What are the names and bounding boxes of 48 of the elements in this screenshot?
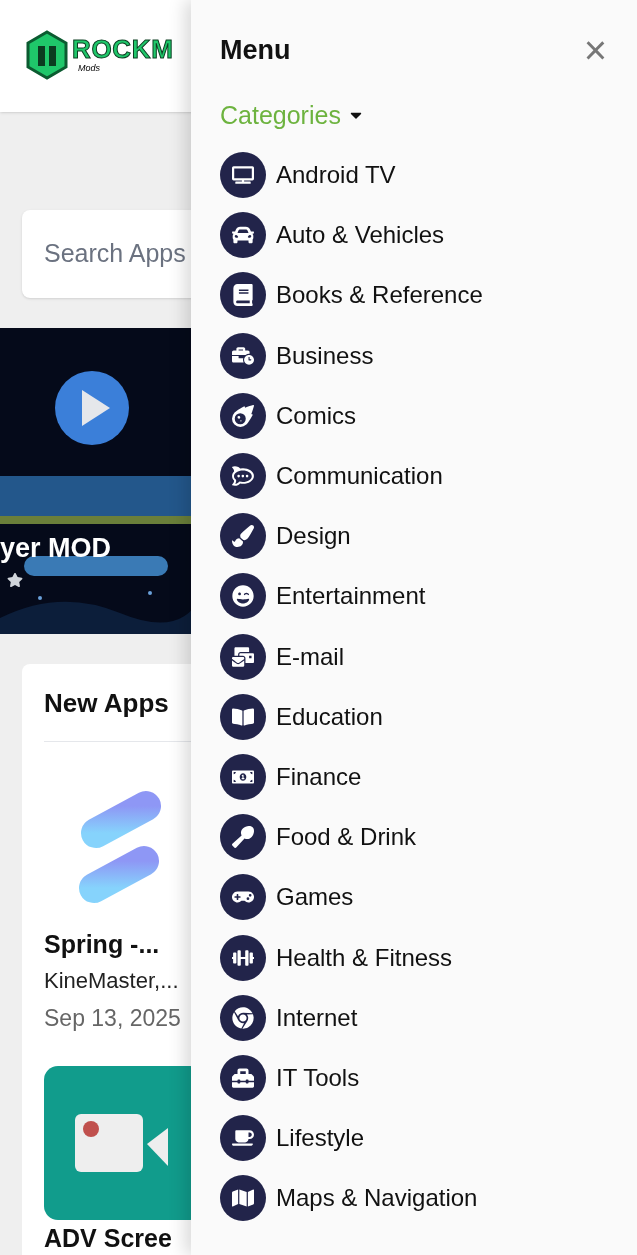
gamepad-icon (220, 874, 266, 921)
meteor-icon (220, 392, 266, 439)
section-title: New Apps (44, 688, 169, 718)
category-link[interactable]: IT Tools (276, 1059, 360, 1096)
app-icon[interactable] (78, 788, 164, 906)
category-link[interactable]: Android TV (276, 157, 396, 194)
winking-face-icon (220, 573, 266, 620)
monitor-icon (220, 152, 266, 199)
category-link[interactable]: Health & Fitness (276, 939, 453, 976)
category-link[interactable]: Entertainment (276, 578, 426, 615)
app-name[interactable]: Spring -... (44, 926, 160, 962)
category-link[interactable]: Comics (276, 397, 356, 434)
close-button[interactable]: × (583, 30, 607, 71)
browser-logo-icon (220, 994, 266, 1041)
category-link[interactable]: Business (276, 337, 374, 374)
category-link[interactable]: Finance (276, 758, 362, 795)
coffee-cup-icon (220, 1115, 266, 1162)
app-date: Sep 13, 2025 (44, 1004, 181, 1033)
category-link[interactable]: Food & Drink (276, 819, 417, 856)
category-link[interactable]: Education (276, 698, 383, 735)
menu-title: Menu (220, 34, 291, 67)
category-link[interactable]: Communication (276, 458, 443, 495)
logo-subtext: Mods (78, 62, 101, 76)
banner-title: yer MOD (0, 532, 112, 565)
briefcase-clock-icon (220, 332, 266, 379)
category-link[interactable]: Lifestyle (276, 1120, 365, 1157)
category-link[interactable]: Design (276, 518, 351, 555)
car-icon (220, 212, 266, 259)
mail-icon (220, 633, 266, 680)
map-icon (220, 1175, 266, 1222)
category-link[interactable]: Games (276, 879, 354, 916)
dumbbell-icon (220, 934, 266, 981)
category-link[interactable]: Books & Reference (276, 277, 483, 314)
book-icon (220, 272, 266, 319)
category-link[interactable]: Auto & Vehicles (276, 217, 445, 254)
chat-bubble-icon (220, 453, 266, 500)
category-link[interactable]: Internet (276, 999, 358, 1036)
spoon-icon (220, 814, 266, 861)
toolbox-icon (220, 1054, 266, 1101)
category-link[interactable]: Maps & Navigation (276, 1180, 478, 1217)
open-book-icon (220, 693, 266, 740)
logo-text: ROCKM (72, 36, 174, 63)
banknote-icon (220, 753, 266, 800)
category-link[interactable]: E-mail (276, 638, 344, 675)
app-developer: KineMaster,... (44, 967, 179, 995)
logo-icon (26, 30, 68, 82)
paintbrush-icon (220, 513, 266, 560)
star-icon (7, 572, 23, 588)
